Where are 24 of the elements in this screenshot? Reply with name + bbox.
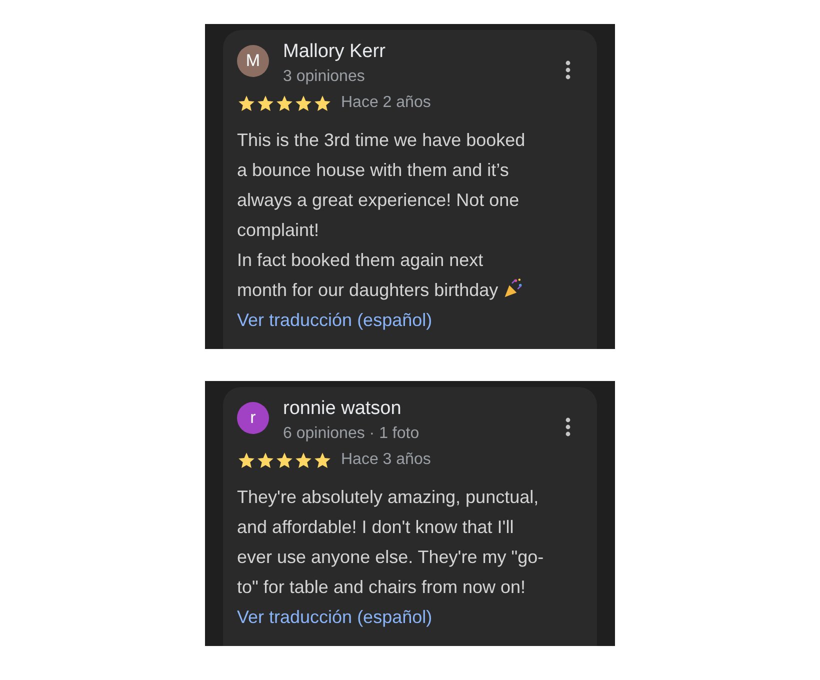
star-icon — [313, 450, 332, 470]
star-icon — [294, 94, 313, 112]
reviewer-name: Mallory Kerr — [283, 40, 386, 64]
star-icon — [256, 94, 275, 112]
star-icon — [256, 450, 275, 470]
review-text: This is the 3rd time we have booked a bounce house with them and it’s always a great experience! Not one complaint! In fact booked them again next month for our daughters birthday — [237, 129, 526, 302]
reviewer-meta: 3 opiniones — [283, 67, 366, 87]
translation-link[interactable]: Ver traducción (español) — [237, 305, 583, 335]
translation-link[interactable]: Ver traducción (español) — [237, 602, 583, 632]
more-options-icon[interactable] — [565, 417, 571, 437]
star-icon — [237, 94, 256, 112]
avatar: r — [237, 402, 269, 434]
star-icon — [275, 450, 294, 470]
more-options-icon[interactable] — [565, 60, 571, 80]
star-icon — [294, 450, 313, 470]
review-text: They're absolutely amazing, punctual, and affordable! I don't know that I'll ever use anyone else. They're my "go- to" for table and chairs from now on! — [237, 486, 545, 599]
star-icon — [237, 450, 256, 470]
review-time: Hace 2 años — [341, 93, 431, 113]
reviewer-name: ronnie watson — [283, 397, 402, 421]
review-time: Hace 3 años — [341, 450, 431, 470]
star-icon — [313, 94, 332, 112]
star-icon — [275, 94, 294, 112]
reviewer-meta: 6 opiniones · 1 foto — [283, 424, 420, 444]
avatar: M — [237, 45, 269, 77]
